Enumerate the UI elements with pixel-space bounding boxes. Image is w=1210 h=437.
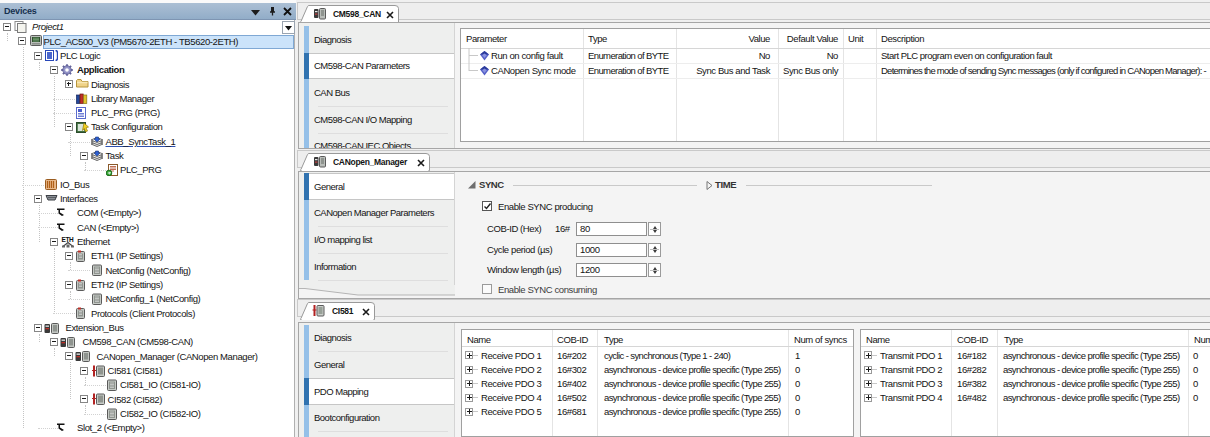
svg-text:ETH: ETH: [61, 236, 74, 243]
